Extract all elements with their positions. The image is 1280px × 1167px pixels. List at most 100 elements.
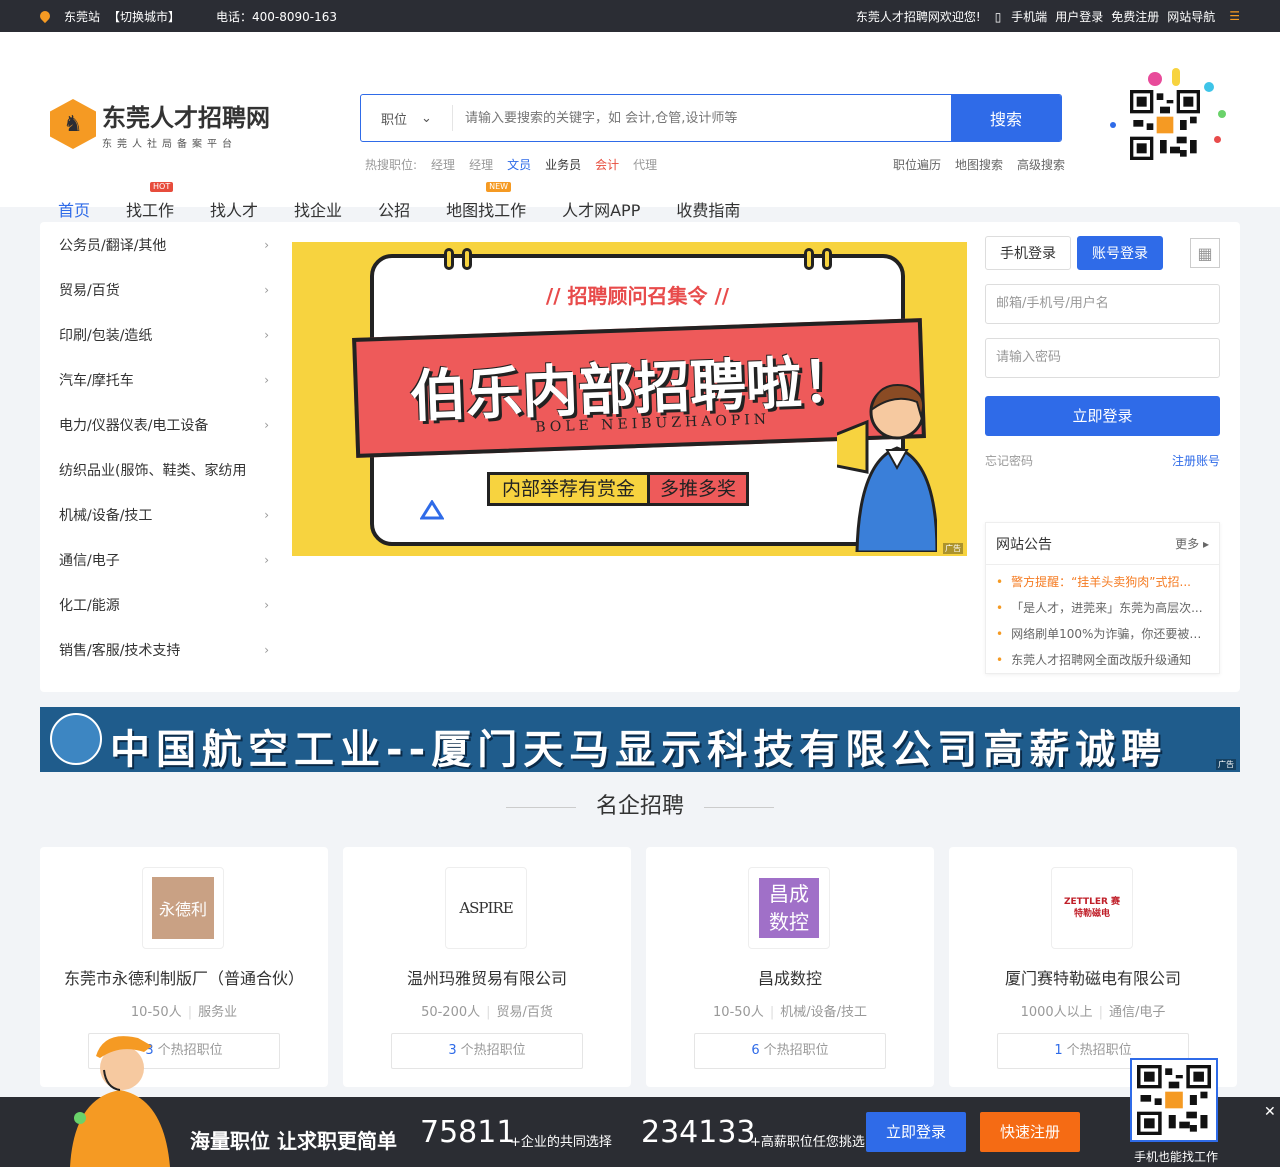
qr-login-icon[interactable]: ▦: [1190, 238, 1220, 268]
recruit-banner[interactable]: // 招聘顾问召集令 // 伯乐内部招聘啦！ BOLE NEIBUZHAOPIN…: [292, 242, 967, 556]
notice-title: 网站公告: [996, 536, 1052, 553]
category-list: 公务员/翻译/其他 › 贸易/百货 › 印刷/包装/造纸 › 汽车/摩托车 › 电力/仪…: [59, 222, 269, 672]
hot-label: 热搜职位:: [365, 158, 418, 172]
pill-left: 内部举荐有赏金: [490, 475, 648, 503]
jobs-count: 6: [751, 1043, 760, 1058]
category-label: 贸易/百货: [59, 282, 120, 299]
confetti-decoration: [1110, 122, 1116, 128]
chevron-right-icon: ›: [264, 327, 269, 342]
company-count: 75811: [420, 1115, 516, 1150]
notice-item[interactable]: 警方提醒：“挂羊头卖狗肉”式招...: [996, 569, 1209, 595]
site-nav-link[interactable]: 网站导航: [1167, 8, 1215, 25]
company-count-label: +企业的共同选择: [510, 1135, 612, 1150]
hot-term[interactable]: 文员: [507, 156, 531, 173]
company-card[interactable]: ZETTLER 赛特勒磁电 厦门赛特勒磁电有限公司 1000人以上 | 通信/电子 …: [949, 847, 1237, 1087]
nav-label: 找工作: [126, 201, 175, 220]
company-logo: 昌成数控: [748, 867, 830, 949]
switch-city-link[interactable]: 【切换城市】: [108, 8, 180, 25]
category-item[interactable]: 印刷/包装/造纸 ›: [59, 312, 269, 357]
confetti-decoration: [1148, 72, 1162, 86]
chevron-right-icon: ›: [264, 372, 269, 387]
category-label: 纺织品业(服饰、鞋类、家纺用: [59, 462, 247, 479]
category-item[interactable]: 化工/能源 ›: [59, 582, 269, 627]
chevron-right-icon: ›: [264, 237, 269, 252]
notice-more-link[interactable]: 更多 ▸: [1175, 535, 1209, 552]
hot-jobs-button[interactable]: 6 个热招职位: [694, 1033, 886, 1069]
advanced-search-link[interactable]: 高级搜索: [1017, 156, 1065, 173]
hot-term[interactable]: 经理: [431, 156, 455, 173]
search-type-label: 职位: [381, 112, 408, 128]
hot-badge: HOT: [150, 182, 174, 192]
category-item[interactable]: 机械/设备/技工 ›: [59, 492, 269, 537]
nav-label: 找企业: [294, 201, 343, 220]
category-item[interactable]: 纺织品业(服饰、鞋类、家纺用: [59, 447, 269, 492]
pill-right: 多推多奖: [647, 475, 747, 503]
hot-term[interactable]: 会计: [595, 156, 619, 173]
map-search-link[interactable]: 地图搜索: [955, 156, 1003, 173]
password-field[interactable]: 请输入密码: [985, 338, 1220, 378]
more-label: 更多: [1175, 537, 1200, 551]
login-button[interactable]: 立即登录: [985, 396, 1220, 436]
category-item[interactable]: 电力/仪器仪表/电工设备 ›: [59, 402, 269, 447]
company-card[interactable]: 昌成数控 昌成数控 10-50人 | 机械/设备/技工 6 个热招职位: [646, 847, 934, 1087]
category-item[interactable]: 公务员/翻译/其他 ›: [59, 222, 269, 267]
notice-item[interactable]: 网络刷单100%为诈骗，你还要被骗...: [996, 621, 1209, 647]
company-name: 东莞市永德利制版厂（普通合伙）: [63, 969, 304, 988]
mobile-label: 手机端: [1011, 9, 1048, 24]
logo-subtitle: 东莞人社局备案平台: [102, 139, 237, 150]
hot-term[interactable]: 代理: [633, 156, 657, 173]
ad-banner-text: 中国航空工业--厦门天马显示科技有限公司高薪诚聘: [110, 727, 1168, 772]
tab-account-login[interactable]: 账号登录: [1077, 236, 1163, 270]
ad-tag: 广告: [1216, 759, 1236, 770]
nav-label: 人才网APP: [562, 201, 641, 220]
category-item[interactable]: 销售/客服/技术支持 ›: [59, 627, 269, 672]
company-logo-text: ASPIRE: [459, 899, 513, 917]
username-field[interactable]: 邮箱/手机号/用户名: [985, 284, 1220, 324]
phone-number: 电话：400-8090-163: [216, 9, 338, 24]
banner-pill: 内部举荐有赏金 多推多奖: [487, 472, 750, 506]
mascot-character-icon: [70, 1036, 170, 1167]
board-ring-icon: [804, 248, 814, 270]
confetti-decoration: [1214, 136, 1221, 143]
promo-register-button[interactable]: 快速注册: [980, 1112, 1080, 1152]
notice-item[interactable]: 「是人才，进莞来」东莞为高层次...: [996, 595, 1209, 621]
site-logo[interactable]: ♞ 东莞人才招聘网 东莞人社局备案平台: [50, 98, 270, 150]
company-size: 10-50人: [130, 1005, 182, 1020]
company-size: 50-200人: [421, 1005, 481, 1020]
mobile-link[interactable]: ▯ 手机端: [989, 8, 1047, 25]
promo-login-button[interactable]: 立即登录: [866, 1112, 966, 1152]
free-register-link[interactable]: 免费注册: [1111, 8, 1159, 25]
company-card[interactable]: ASPIRE 温州玛雅贸易有限公司 50-200人 | 贸易/百货 3 个热招职位: [343, 847, 631, 1087]
register-account-link[interactable]: 注册账号: [1172, 452, 1220, 469]
menu-icon[interactable]: ☰: [1229, 9, 1240, 23]
search-button[interactable]: 搜索: [951, 95, 1061, 141]
job-traverse-link[interactable]: 职位遍历: [893, 156, 941, 173]
header: ♞ 东莞人才招聘网 东莞人社局备案平台 职位 ⌄ 搜索 热搜职位: 经理 经理 …: [0, 32, 1280, 235]
jobs-count: 1: [1054, 1043, 1063, 1058]
category-label: 化工/能源: [59, 597, 120, 614]
company-industry: 通信/电子: [1109, 1005, 1166, 1020]
hot-term[interactable]: 业务员: [545, 156, 581, 173]
notice-item[interactable]: 东莞人才招聘网全面改版升级通知: [996, 647, 1209, 673]
category-label: 公务员/翻译/其他: [59, 237, 167, 254]
company-size: 1000人以上: [1020, 1005, 1093, 1020]
search-input[interactable]: [453, 95, 951, 141]
hot-term[interactable]: 经理: [469, 156, 493, 173]
ad-banner[interactable]: 中国航空工业--厦门天马显示科技有限公司高薪诚聘 广告: [40, 707, 1240, 772]
company-industry: 贸易/百货: [496, 1005, 553, 1020]
category-label: 通信/电子: [59, 552, 120, 569]
user-login-link[interactable]: 用户登录: [1055, 8, 1103, 25]
forgot-password-link[interactable]: 忘记密码: [985, 452, 1033, 469]
hot-jobs-button[interactable]: 3 个热招职位: [391, 1033, 583, 1069]
location-icon: [37, 8, 53, 24]
company-logo-text: ZETTLER 赛特勒磁电: [1063, 897, 1121, 919]
tab-mobile-login[interactable]: 手机登录: [985, 236, 1071, 270]
close-icon[interactable]: ✕: [1264, 1104, 1276, 1120]
category-item[interactable]: 汽车/摩托车 ›: [59, 357, 269, 402]
search-type-select[interactable]: 职位 ⌄: [361, 105, 453, 131]
company-name: 温州玛雅贸易有限公司: [406, 969, 567, 988]
category-item[interactable]: 贸易/百货 ›: [59, 267, 269, 312]
category-item[interactable]: 通信/电子 ›: [59, 537, 269, 582]
notice-panel: 网站公告 更多 ▸ 警方提醒：“挂羊头卖狗肉”式招... 「是人才，进莞来」东莞…: [985, 522, 1220, 674]
qr-code: [1130, 90, 1200, 160]
